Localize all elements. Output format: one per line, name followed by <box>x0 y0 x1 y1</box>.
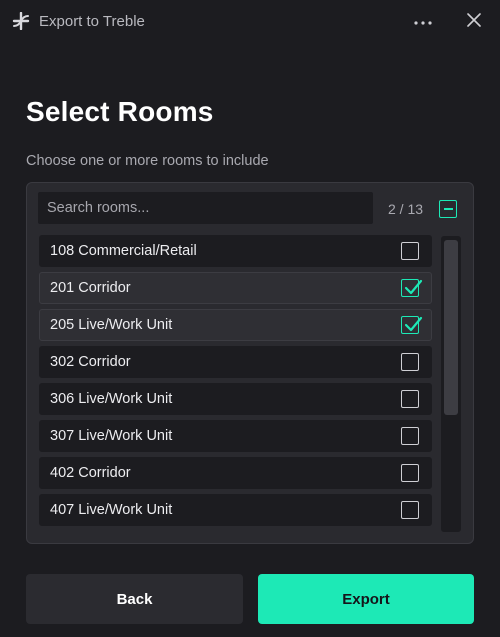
room-checkbox[interactable] <box>401 353 419 371</box>
room-row[interactable]: 201 Corridor <box>39 272 432 304</box>
search-input[interactable] <box>38 192 373 224</box>
more-options-button[interactable] <box>410 10 436 34</box>
room-label: 402 Corridor <box>50 465 131 481</box>
room-checkbox[interactable] <box>401 501 419 519</box>
page-title: Select Rooms <box>26 96 214 127</box>
room-checkbox[interactable] <box>401 390 419 408</box>
room-label: 302 Corridor <box>50 354 131 370</box>
title-bar: Export to Treble <box>0 0 500 44</box>
room-label: 407 Live/Work Unit <box>50 502 173 518</box>
room-row[interactable]: 302 Corridor <box>39 346 432 378</box>
room-checkbox[interactable] <box>401 279 423 297</box>
checkmark-icon <box>404 316 423 332</box>
room-selection-panel: 2 / 13 108 Commercial/Retail 201 Corrido… <box>26 182 474 544</box>
room-label: 205 Live/Work Unit <box>50 317 173 333</box>
room-label: 306 Live/Work Unit <box>50 391 173 407</box>
checkmark-icon <box>404 279 423 295</box>
close-button[interactable] <box>462 10 486 34</box>
room-label: 307 Live/Work Unit <box>50 428 173 444</box>
room-checkbox[interactable] <box>401 464 419 482</box>
room-list: 108 Commercial/Retail 201 Corridor 205 L… <box>39 235 433 531</box>
indeterminate-dash-icon <box>443 208 453 210</box>
more-horizontal-icon <box>413 13 433 31</box>
back-button[interactable]: Back <box>26 574 243 624</box>
room-row[interactable]: 108 Commercial/Retail <box>39 235 432 267</box>
export-button[interactable]: Export <box>258 574 474 624</box>
select-all-checkbox[interactable] <box>439 200 457 218</box>
export-dialog: Export to Treble Select Rooms Choose one… <box>0 0 500 637</box>
room-checkbox[interactable] <box>401 316 423 334</box>
room-row[interactable]: 306 Live/Work Unit <box>39 383 432 415</box>
room-row[interactable]: 205 Live/Work Unit <box>39 309 432 341</box>
window-title: Export to Treble <box>39 13 145 30</box>
selection-count: 2 / 13 <box>388 201 424 217</box>
room-row[interactable]: 407 Live/Work Unit <box>39 494 432 526</box>
room-list-scrollbar[interactable] <box>441 236 461 532</box>
treble-logo-icon <box>12 11 30 31</box>
room-row[interactable]: 307 Live/Work Unit <box>39 420 432 452</box>
room-label: 201 Corridor <box>50 280 131 296</box>
page-subtitle: Choose one or more rooms to include <box>26 153 269 169</box>
scrollbar-thumb[interactable] <box>444 240 458 415</box>
room-label: 108 Commercial/Retail <box>50 243 197 259</box>
room-checkbox[interactable] <box>401 427 419 445</box>
close-icon <box>467 12 481 32</box>
room-row[interactable]: 402 Corridor <box>39 457 432 489</box>
room-checkbox[interactable] <box>401 242 419 260</box>
